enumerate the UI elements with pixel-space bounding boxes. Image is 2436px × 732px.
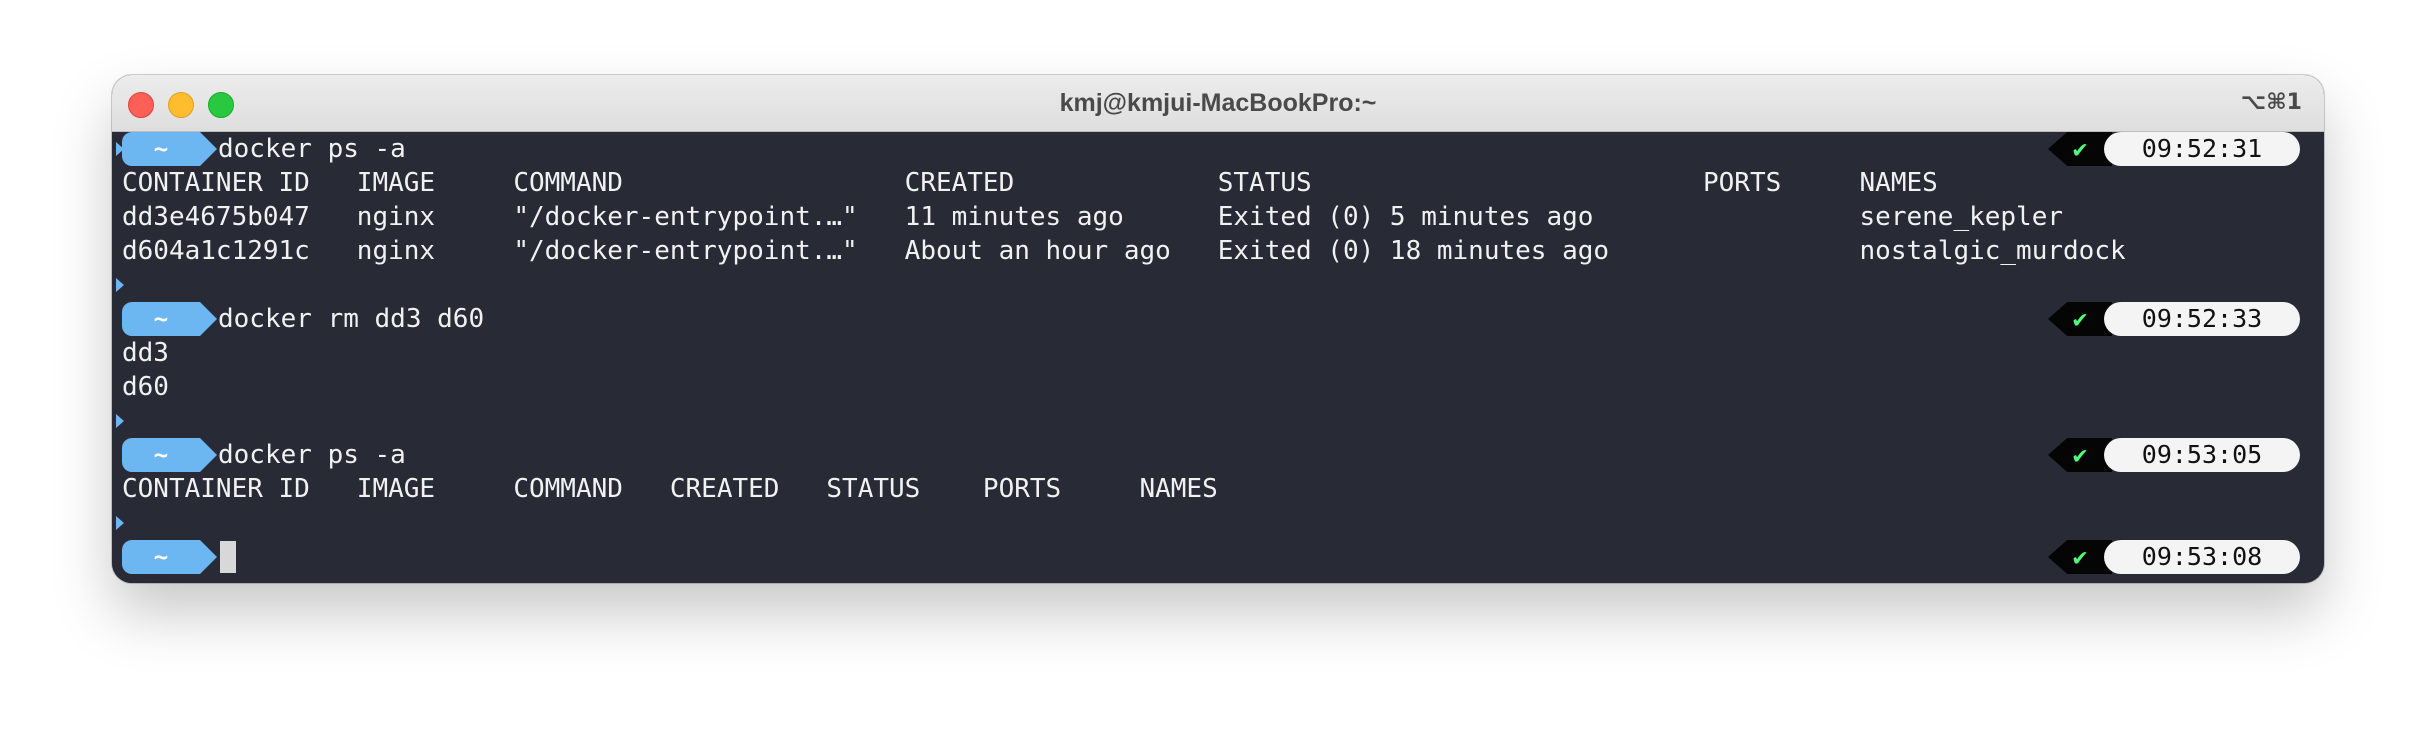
prompt-directory-segment: ~ xyxy=(122,132,217,166)
output-line: CONTAINER ID IMAGE COMMAND CREATED STATU… xyxy=(122,474,1218,504)
prompt-time: 09:52:31 xyxy=(2104,132,2300,166)
checkmark-icon: ✔ xyxy=(2048,438,2112,472)
title-bar[interactable]: kmj@kmjui-MacBookPro:~ ⌥⌘1 xyxy=(112,75,2324,132)
window-title: kmj@kmjui-MacBookPro:~ xyxy=(1059,89,1377,117)
terminal-content[interactable]: ~ docker ps -a ✔ 09:52:31 CONTAINER ID I… xyxy=(112,132,2324,583)
output-line: dd3e4675b047 nginx "/docker-entrypoint.…… xyxy=(122,202,2064,232)
prompt-marker-icon xyxy=(116,414,124,428)
checkmark-icon: ✔ xyxy=(2048,540,2112,574)
checkmark-icon: ✔ xyxy=(2048,302,2112,336)
prompt-status: ✔ 09:53:05 xyxy=(2048,438,2300,472)
prompt-directory-segment: ~ xyxy=(122,302,217,336)
prompt-marker-icon xyxy=(116,516,124,530)
text-cursor[interactable] xyxy=(220,541,236,573)
command-line: docker ps -a xyxy=(218,440,406,470)
terminal-window: kmj@kmjui-MacBookPro:~ ⌥⌘1 ~ docker ps -… xyxy=(112,75,2324,583)
prompt-directory-segment: ~ xyxy=(122,540,217,574)
prompt-marker-icon xyxy=(116,278,124,292)
command-line: docker rm dd3 d60 xyxy=(218,304,485,334)
output-line: CONTAINER ID IMAGE COMMAND CREATED STATU… xyxy=(122,168,1938,198)
checkmark-icon: ✔ xyxy=(2048,132,2112,166)
window-shortcut: ⌥⌘1 xyxy=(2240,90,2302,115)
output-line: d60 xyxy=(122,372,169,402)
prompt-time: 09:53:08 xyxy=(2104,540,2300,574)
prompt-status: ✔ 09:53:08 xyxy=(2048,540,2300,574)
prompt-status: ✔ 09:52:31 xyxy=(2048,132,2300,166)
command-line: docker ps -a xyxy=(218,134,406,164)
prompt-time: 09:53:05 xyxy=(2104,438,2300,472)
output-line: d604a1c1291c nginx "/docker-entrypoint.…… xyxy=(122,236,2126,266)
prompt-directory-segment: ~ xyxy=(122,438,217,472)
prompt-status: ✔ 09:52:33 xyxy=(2048,302,2300,336)
output-line: dd3 xyxy=(122,338,169,368)
prompt-time: 09:52:33 xyxy=(2104,302,2300,336)
